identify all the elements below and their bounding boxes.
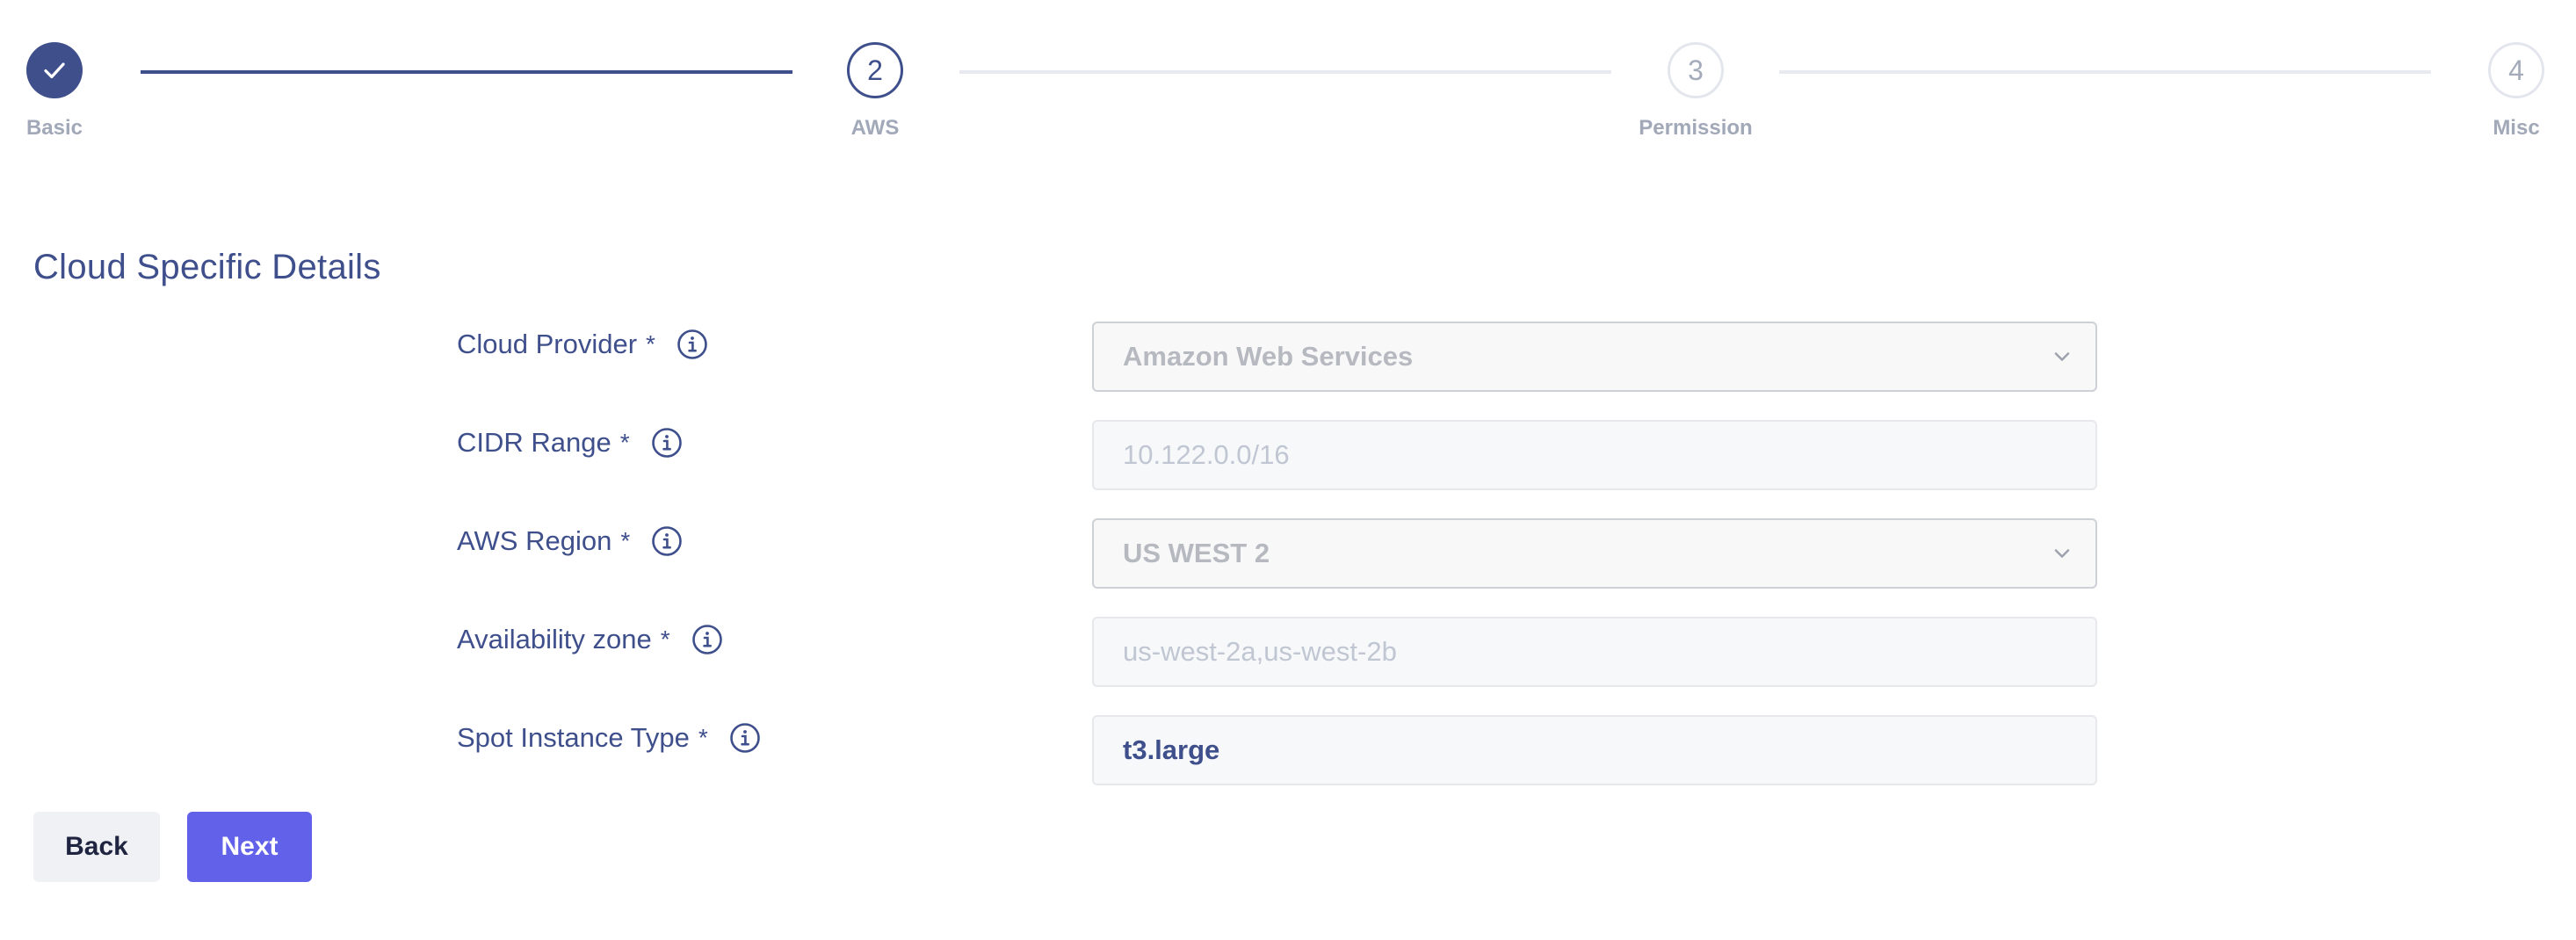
- required-marker: *: [619, 429, 630, 456]
- step-4-circle[interactable]: 4: [2488, 42, 2544, 98]
- form-row-aws-region: AWS Region * US WEST 2: [0, 518, 2576, 589]
- required-marker: *: [620, 527, 631, 554]
- required-marker: *: [646, 330, 655, 358]
- required-marker: *: [698, 724, 708, 751]
- cidr-range-value: 10.122.0.0/16: [1123, 439, 1290, 470]
- form-row-cloud-provider: Cloud Provider * Amazon Web Services: [0, 322, 2576, 392]
- cidr-range-label: CIDR Range *: [457, 427, 683, 459]
- step-3-label: Permission: [1639, 116, 1753, 140]
- cluster-wizard-page: Basic 2 AWS 3 Permission 4 Misc Cloud Sp…: [0, 0, 2576, 940]
- info-icon[interactable]: [651, 525, 683, 557]
- form-row-availability-zone: Availability zone * us-west-2a,us-west-2…: [0, 617, 2576, 687]
- info-icon[interactable]: [651, 427, 683, 459]
- availability-zone-input[interactable]: us-west-2a,us-west-2b: [1092, 617, 2097, 687]
- next-button[interactable]: Next: [187, 812, 312, 882]
- section-title: Cloud Specific Details: [33, 248, 381, 286]
- cloud-provider-label: Cloud Provider *: [457, 329, 708, 360]
- required-marker: *: [660, 625, 670, 653]
- aws-region-value: US WEST 2: [1123, 538, 1270, 568]
- step-3-circle[interactable]: 3: [1668, 42, 1724, 98]
- wizard-stepper: Basic 2 AWS 3 Permission 4 Misc: [0, 0, 2576, 158]
- spot-instance-type-value: t3.large: [1123, 734, 1220, 765]
- form-row-cidr-range: CIDR Range * 10.122.0.0/16: [0, 420, 2576, 490]
- cloud-provider-value: Amazon Web Services: [1123, 341, 1414, 372]
- field-label-text: CIDR Range: [457, 427, 611, 458]
- field-label-text: Cloud Provider: [457, 329, 638, 359]
- step-1-label: Basic: [25, 116, 83, 140]
- spot-instance-type-input[interactable]: t3.large: [1092, 715, 2097, 785]
- info-icon[interactable]: [729, 722, 761, 754]
- check-icon: [44, 62, 65, 79]
- step-2-label: AWS: [850, 116, 900, 140]
- aws-region-label: AWS Region *: [457, 525, 683, 557]
- step-2-circle[interactable]: 2: [847, 42, 903, 98]
- availability-zone-value: us-west-2a,us-west-2b: [1123, 636, 1397, 667]
- availability-zone-label: Availability zone *: [457, 624, 723, 655]
- cidr-range-input[interactable]: 10.122.0.0/16: [1092, 420, 2097, 490]
- step-connector-1: [141, 70, 792, 74]
- aws-region-select[interactable]: US WEST 2: [1092, 518, 2097, 589]
- info-icon[interactable]: [691, 624, 723, 655]
- cloud-provider-select[interactable]: Amazon Web Services: [1092, 322, 2097, 392]
- info-icon[interactable]: [677, 329, 708, 360]
- step-connector-3: [1779, 70, 2431, 74]
- spot-instance-type-label: Spot Instance Type *: [457, 722, 761, 754]
- field-label-text: AWS Region: [457, 525, 612, 556]
- step-4-label: Misc: [2493, 116, 2540, 140]
- chevron-down-icon: [2050, 344, 2074, 369]
- form-row-spot-instance-type: Spot Instance Type * t3.large: [0, 715, 2576, 785]
- step-1-circle[interactable]: [26, 42, 83, 98]
- step-connector-2: [959, 70, 1611, 74]
- field-label-text: Availability zone: [457, 624, 652, 654]
- back-button[interactable]: Back: [33, 812, 160, 882]
- chevron-down-icon: [2050, 541, 2074, 566]
- field-label-text: Spot Instance Type: [457, 722, 690, 753]
